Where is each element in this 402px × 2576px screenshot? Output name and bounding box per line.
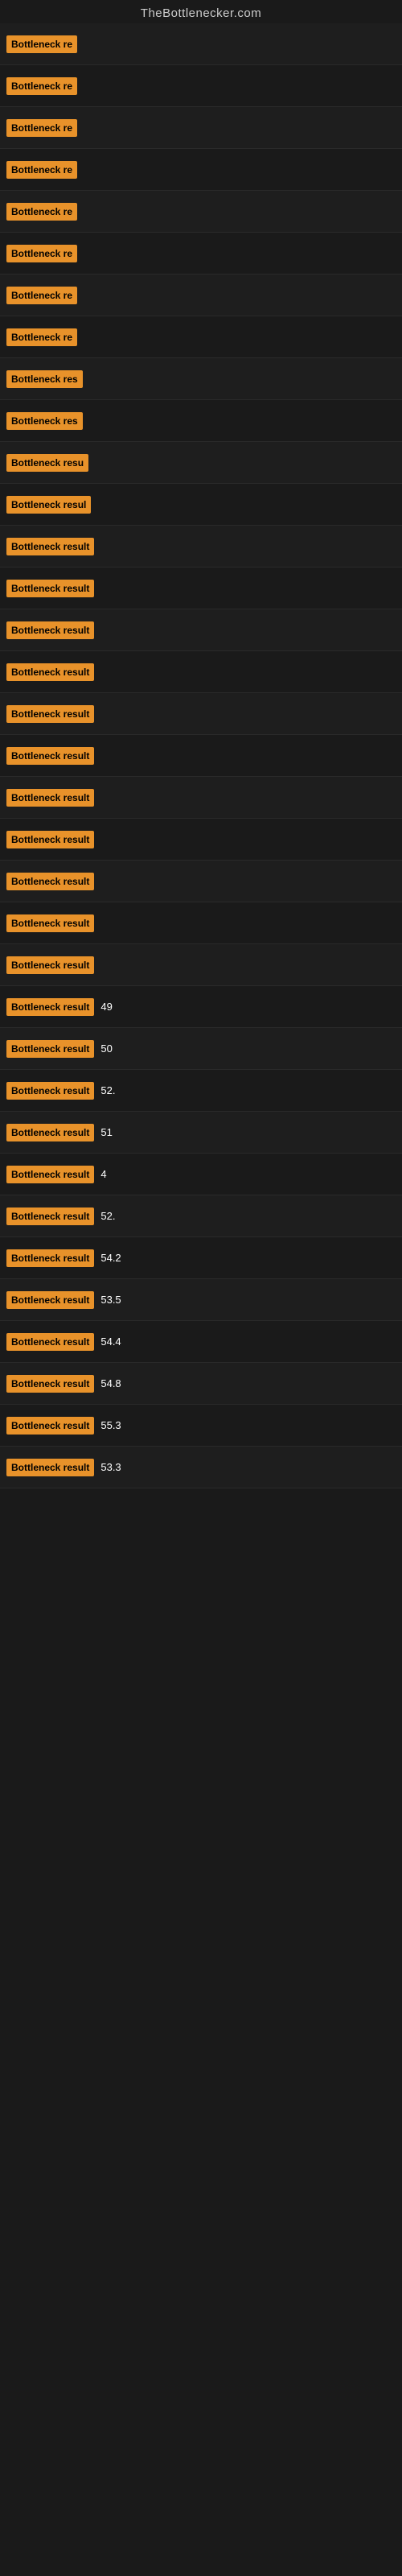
bottleneck-label: Bottleneck result [6,1040,94,1058]
bottleneck-value: 4 [100,1168,106,1180]
table-row: Bottleneck result [0,651,402,693]
bottleneck-label: Bottleneck re [6,328,77,346]
table-row: Bottleneck re [0,23,402,65]
bottleneck-value: 52. [100,1084,115,1096]
bottleneck-label: Bottleneck result [6,1124,94,1141]
table-row: Bottleneck result 49 [0,986,402,1028]
table-row: Bottleneck result [0,568,402,609]
bottleneck-label: Bottleneck result [6,1082,94,1100]
table-row: Bottleneck result [0,693,402,735]
table-row: Bottleneck result 54.4 [0,1321,402,1363]
table-row: Bottleneck result 51 [0,1112,402,1154]
table-row: Bottleneck result 54.8 [0,1363,402,1405]
bottleneck-label: Bottleneck result [6,914,94,932]
bottleneck-label: Bottleneck res [6,370,83,388]
bottleneck-value: 53.5 [100,1294,121,1306]
bottleneck-label: Bottleneck result [6,1375,94,1393]
bottleneck-value: 51 [100,1126,112,1138]
bottleneck-label: Bottleneck result [6,1208,94,1225]
table-row: Bottleneck result 55.3 [0,1405,402,1447]
table-row: Bottleneck result [0,819,402,861]
site-title: TheBottlenecker.com [141,6,261,20]
table-row: Bottleneck result [0,902,402,944]
table-row: Bottleneck res [0,358,402,400]
bottleneck-label: Bottleneck resul [6,496,91,514]
bottleneck-label: Bottleneck res [6,412,83,430]
bottleneck-value: 49 [100,1001,112,1013]
bottleneck-label: Bottleneck result [6,663,94,681]
bottleneck-value: 55.3 [100,1419,121,1431]
table-row: Bottleneck re [0,233,402,275]
table-row: Bottleneck result [0,609,402,651]
table-row: Bottleneck result [0,526,402,568]
bottleneck-label: Bottleneck result [6,1417,94,1435]
bottleneck-label: Bottleneck result [6,1249,94,1267]
bottleneck-label: Bottleneck re [6,35,77,53]
bottleneck-label: Bottleneck re [6,203,77,221]
bottleneck-value: 52. [100,1210,115,1222]
table-row: Bottleneck result [0,944,402,986]
bottleneck-label: Bottleneck result [6,747,94,765]
bottleneck-label: Bottleneck re [6,77,77,95]
bottleneck-label: Bottleneck re [6,245,77,262]
table-row: Bottleneck re [0,191,402,233]
table-row: Bottleneck result 52. [0,1070,402,1112]
bottleneck-value: 54.2 [100,1252,121,1264]
bottleneck-label: Bottleneck result [6,1459,94,1476]
bottleneck-label: Bottleneck re [6,119,77,137]
bottleneck-label: Bottleneck re [6,161,77,179]
bottleneck-label: Bottleneck result [6,956,94,974]
table-row: Bottleneck result [0,735,402,777]
table-row: Bottleneck result 52. [0,1195,402,1237]
table-row: Bottleneck result 4 [0,1154,402,1195]
bottleneck-label: Bottleneck result [6,998,94,1016]
bottleneck-label: Bottleneck resu [6,454,88,472]
table-row: Bottleneck result 50 [0,1028,402,1070]
table-row: Bottleneck result 54.2 [0,1237,402,1279]
bottleneck-value: 54.4 [100,1335,121,1348]
table-row: Bottleneck result 53.3 [0,1447,402,1488]
bottleneck-label: Bottleneck result [6,705,94,723]
table-row: Bottleneck result 53.5 [0,1279,402,1321]
bottleneck-label: Bottleneck re [6,287,77,304]
bottleneck-label: Bottleneck result [6,1166,94,1183]
bottleneck-label: Bottleneck result [6,621,94,639]
table-row: Bottleneck resu [0,442,402,484]
header: TheBottlenecker.com [0,0,402,23]
bottleneck-label: Bottleneck result [6,789,94,807]
bottleneck-label: Bottleneck result [6,1291,94,1309]
table-row: Bottleneck re [0,149,402,191]
bottleneck-label: Bottleneck result [6,831,94,848]
table-row: Bottleneck re [0,65,402,107]
table-row: Bottleneck result [0,861,402,902]
table-row: Bottleneck re [0,275,402,316]
bottleneck-label: Bottleneck result [6,538,94,555]
bottleneck-label: Bottleneck result [6,580,94,597]
bottleneck-label: Bottleneck result [6,1333,94,1351]
bottleneck-value: 53.3 [100,1461,121,1473]
bottleneck-label: Bottleneck result [6,873,94,890]
table-row: Bottleneck re [0,107,402,149]
table-row: Bottleneck resul [0,484,402,526]
table-row: Bottleneck res [0,400,402,442]
table-row: Bottleneck re [0,316,402,358]
bottleneck-value: 50 [100,1042,112,1055]
table-row: Bottleneck result [0,777,402,819]
bottleneck-value: 54.8 [100,1377,121,1389]
